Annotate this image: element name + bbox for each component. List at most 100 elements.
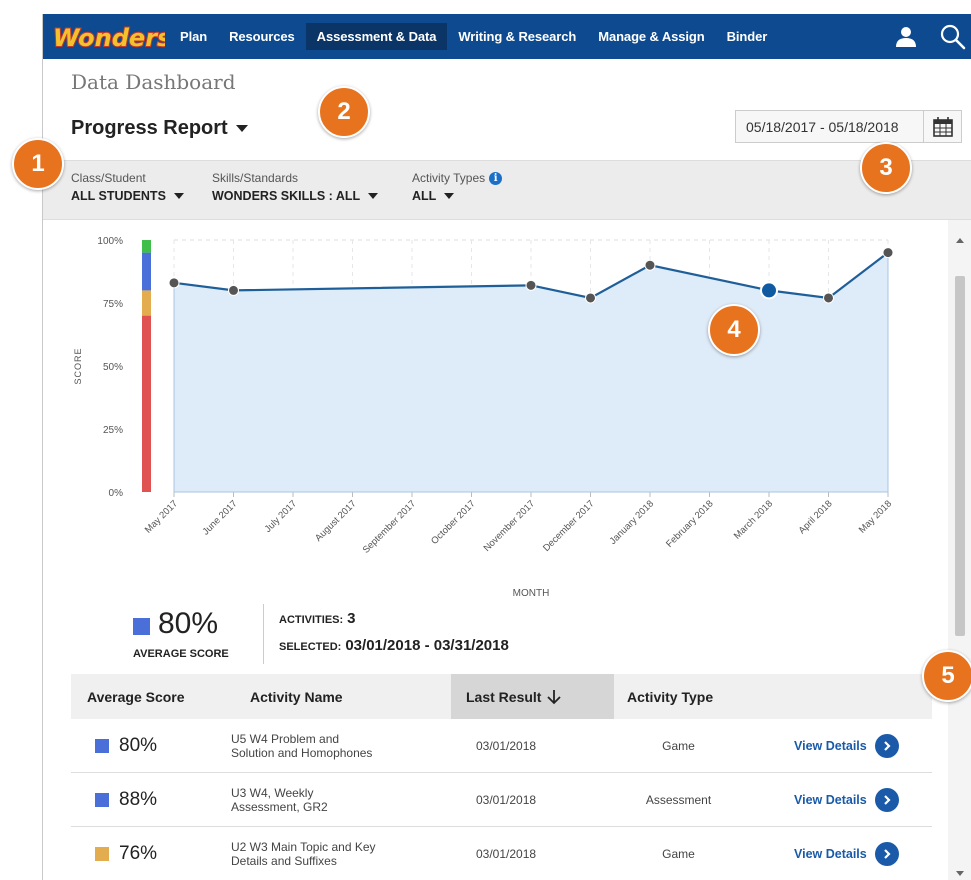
activity-name-cell: U2 W3 Main Topic and Key Details and Suf… — [231, 827, 381, 880]
last-result-date: 03/01/2018 — [476, 739, 537, 753]
selected-range: 03/01/2018 - 03/31/2018 — [345, 637, 509, 654]
y-axis-label: SCORE — [73, 347, 83, 384]
score-cell: 80% — [95, 719, 157, 773]
class-student-label: Class/Student — [71, 171, 146, 185]
header-activity-name[interactable]: Activity Name — [250, 674, 343, 719]
average-score-label: AVERAGE SCORE — [133, 648, 229, 660]
summary-divider — [263, 604, 264, 664]
chevron-down-icon — [173, 193, 184, 199]
last-result-cell: 03/01/2018 — [476, 719, 536, 773]
page-title: Data Dashboard — [71, 70, 236, 94]
nav-menu: Plan Resources Assessment & Data Writing… — [169, 14, 778, 59]
activity-type: Game — [662, 739, 695, 753]
nav-item-manage-assign[interactable]: Manage & Assign — [587, 23, 715, 50]
nav-item-assessment-data[interactable]: Assessment & Data — [305, 23, 448, 50]
chevron-right-icon[interactable] — [874, 842, 899, 866]
report-title: Progress Report — [71, 117, 228, 139]
report-selector[interactable]: Progress Report — [71, 117, 248, 140]
header-activity-type[interactable]: Activity Type — [627, 674, 713, 719]
class-student-value: ALL STUDENTS — [71, 189, 166, 203]
activity-type: Assessment — [645, 793, 712, 807]
score-swatch — [95, 739, 109, 753]
x-tick-label: February 2018 — [664, 498, 715, 549]
top-nav: Wonders Plan Resources Assessment & Data… — [43, 14, 971, 59]
activity-type: Game — [662, 847, 695, 861]
activities-count: 3 — [347, 610, 356, 627]
search-icon[interactable] — [940, 24, 966, 50]
nav-item-resources[interactable]: Resources — [218, 23, 306, 50]
x-tick-label: May 2017 — [143, 498, 180, 535]
header-average-score[interactable]: Average Score — [87, 674, 185, 719]
chevron-down-icon — [235, 125, 248, 132]
data-point — [168, 277, 180, 289]
wonders-logo[interactable]: Wonders — [49, 18, 165, 56]
activity-table: Average Score Activity Name Last Result … — [71, 674, 932, 880]
average-score-value: 80% — [158, 607, 219, 640]
score-value: 88% — [119, 789, 158, 810]
header-last-result-label: Last Result — [466, 688, 542, 705]
scrollbar[interactable] — [948, 220, 971, 880]
score-swatch — [95, 793, 109, 807]
activity-type-cell: Game — [611, 719, 746, 773]
x-tick-label: April 2018 — [797, 498, 835, 536]
x-tick-label: July 2017 — [263, 498, 300, 535]
chevron-right-icon[interactable] — [874, 734, 899, 758]
progress-chart: 0% 25% 50% 75% 100% May 2017 June 2017 July 201… — [43, 220, 948, 670]
x-tick-label: October 2017 — [429, 498, 477, 546]
header-last-result[interactable]: Last Result — [451, 674, 614, 719]
data-point — [525, 279, 537, 291]
view-details-link[interactable]: View Details — [794, 842, 899, 866]
calendar-button[interactable] — [923, 111, 961, 142]
skills-standards-filter[interactable]: Skills/Standards WONDERS SKILLS : ALL — [212, 171, 379, 203]
scroll-down-arrow[interactable] — [956, 871, 964, 876]
table-row[interactable]: 88% U3 W4, Weekly Assessment, GR2 03/01/… — [71, 773, 932, 827]
scroll-up-arrow[interactable] — [956, 238, 964, 243]
nav-item-plan[interactable]: Plan — [169, 23, 218, 50]
view-details-cell: View Details — [794, 827, 899, 880]
activity-type-cell: Game — [611, 827, 746, 880]
view-details-cell: View Details — [794, 719, 899, 773]
score-value: 80% — [119, 735, 158, 756]
view-details-label: View Details — [794, 793, 867, 807]
last-result-date: 03/01/2018 — [476, 847, 537, 861]
skills-standards-label: Skills/Standards — [212, 171, 299, 185]
nav-item-binder[interactable]: Binder — [716, 23, 779, 50]
class-student-filter[interactable]: Class/Student ALL STUDENTS — [71, 171, 184, 203]
score-value: 76% — [119, 843, 158, 864]
x-axis-label: MONTH — [513, 588, 550, 599]
table-row[interactable]: 76% U2 W3 Main Topic and Key Details and… — [71, 827, 932, 880]
view-details-link[interactable]: View Details — [794, 734, 899, 758]
filter-bar: Class/Student ALL STUDENTS Skills/Standa… — [43, 160, 971, 220]
score-band — [142, 240, 151, 253]
callout-marker-2: 2 — [318, 86, 370, 138]
view-details-link[interactable]: View Details — [794, 788, 899, 812]
callout-marker-1: 1 — [12, 138, 64, 190]
activity-types-filter[interactable]: Activity Types i ALL — [412, 171, 503, 203]
info-icon[interactable]: i — [489, 171, 503, 185]
table-row[interactable]: 80% U5 W4 Problem and Solution and Homop… — [71, 719, 932, 773]
x-tick-label: March 2018 — [732, 498, 775, 541]
chevron-down-icon — [444, 193, 455, 199]
data-point — [585, 292, 596, 304]
skills-standards-value: WONDERS SKILLS : ALL — [212, 189, 361, 203]
activity-types-value: ALL — [412, 189, 437, 203]
callout-marker-3: 3 — [860, 142, 912, 194]
arrow-down-icon — [547, 689, 562, 704]
user-icon[interactable] — [895, 26, 917, 48]
score-band — [142, 290, 151, 316]
chevron-down-icon — [368, 193, 379, 199]
scroll-thumb[interactable] — [955, 276, 965, 636]
data-point — [823, 292, 834, 304]
x-tick-label: May 2018 — [857, 498, 894, 535]
calendar-icon — [932, 116, 953, 137]
y-tick-label: 50% — [103, 362, 123, 373]
score-band — [142, 315, 151, 492]
x-tick-label: June 2017 — [200, 498, 239, 537]
chevron-right-icon[interactable] — [874, 788, 899, 812]
data-point — [228, 284, 239, 296]
y-tick-label: 25% — [103, 425, 123, 436]
activity-name-cell: U5 W4 Problem and Solution and Homophone… — [231, 719, 381, 773]
date-range-picker[interactable]: 05/18/2017 - 05/18/2018 — [735, 110, 962, 143]
activities-label: ACTIVITIES: — [279, 614, 344, 626]
nav-item-writing-research[interactable]: Writing & Research — [447, 23, 587, 50]
